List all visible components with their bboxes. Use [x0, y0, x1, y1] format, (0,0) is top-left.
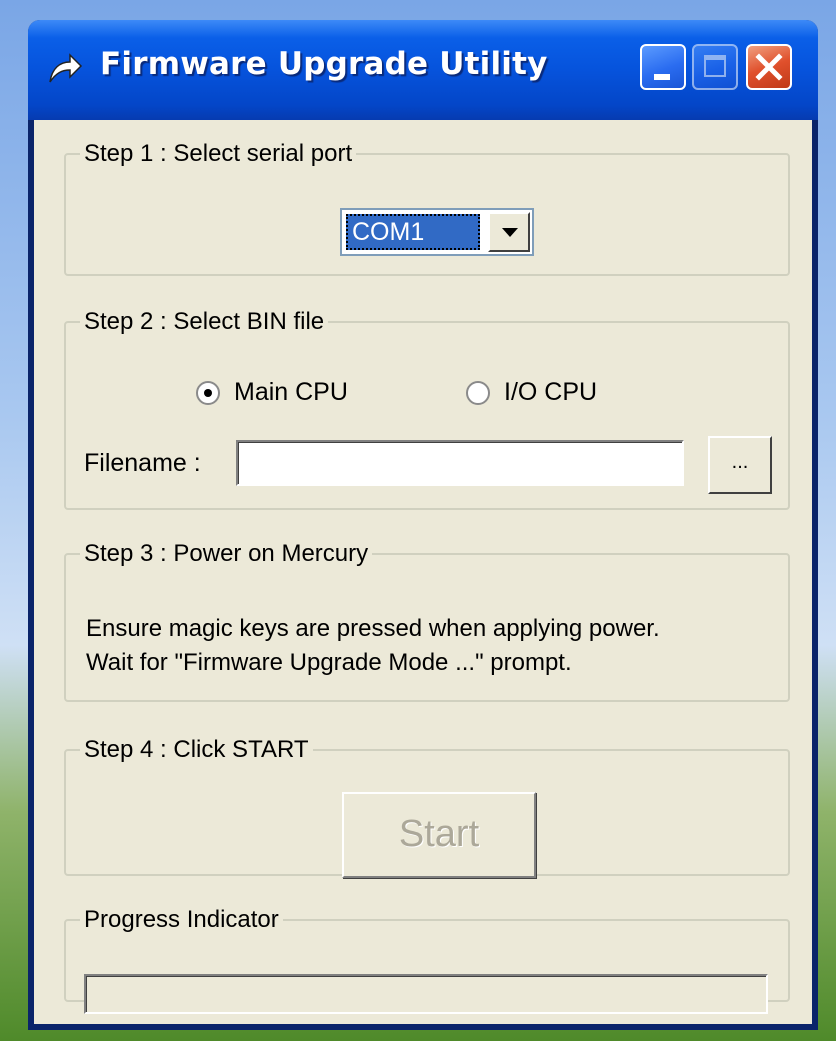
step4-group: Step 4 : Click START Start [64, 736, 790, 878]
chevron-down-icon [502, 228, 518, 237]
step1-legend: Step 1 : Select serial port [84, 140, 353, 167]
progress-group: Progress Indicator [64, 906, 790, 1014]
dialog-client-area: Step 1 : Select serial port COM1 Step 2 … [34, 120, 812, 1024]
close-button[interactable] [746, 44, 792, 90]
radio-io-cpu-label: I/O CPU [504, 378, 598, 406]
firmware-upgrade-window: Firmware Upgrade Utility Step 1 : Select… [28, 20, 818, 1030]
minimize-button[interactable] [640, 44, 686, 90]
radio-io-cpu-button[interactable] [466, 380, 490, 405]
step2-group: Step 2 : Select BIN file Main CPU I/O CP… [64, 308, 790, 510]
arrow-icon [49, 53, 83, 83]
start-button[interactable]: Start [342, 792, 536, 878]
serial-port-dropdown-button[interactable] [488, 212, 530, 252]
progress-bar [84, 974, 768, 1014]
minimize-icon [654, 74, 670, 80]
browse-button[interactable]: ... [708, 436, 772, 494]
step3-group: Step 3 : Power on Mercury Ensure magic k… [64, 540, 790, 702]
step1-group: Step 1 : Select serial port COM1 [64, 140, 790, 276]
window-title: Firmware Upgrade Utility [100, 46, 548, 82]
radio-main-cpu[interactable]: Main CPU [196, 378, 348, 407]
step2-legend: Step 2 : Select BIN file [84, 308, 325, 335]
power-instructions: Ensure magic keys are pressed when apply… [86, 612, 660, 680]
filename-input[interactable] [236, 440, 684, 486]
radio-main-cpu-label: Main CPU [234, 378, 348, 406]
radio-main-cpu-button[interactable] [196, 380, 220, 405]
progress-legend: Progress Indicator [84, 906, 279, 933]
close-icon [755, 53, 783, 81]
filename-label: Filename : [84, 449, 201, 477]
serial-port-select[interactable]: COM1 [340, 208, 534, 256]
serial-port-value: COM1 [346, 214, 480, 250]
maximize-icon [704, 55, 726, 77]
step4-legend: Step 4 : Click START [84, 736, 309, 763]
radio-io-cpu[interactable]: I/O CPU [466, 378, 597, 407]
step3-legend: Step 3 : Power on Mercury [84, 540, 369, 567]
instruction-line-1: Ensure magic keys are pressed when apply… [86, 615, 660, 642]
instruction-line-2: Wait for "Firmware Upgrade Mode ..." pro… [86, 649, 572, 676]
title-bar[interactable]: Firmware Upgrade Utility [28, 20, 818, 120]
maximize-button[interactable] [692, 44, 738, 90]
